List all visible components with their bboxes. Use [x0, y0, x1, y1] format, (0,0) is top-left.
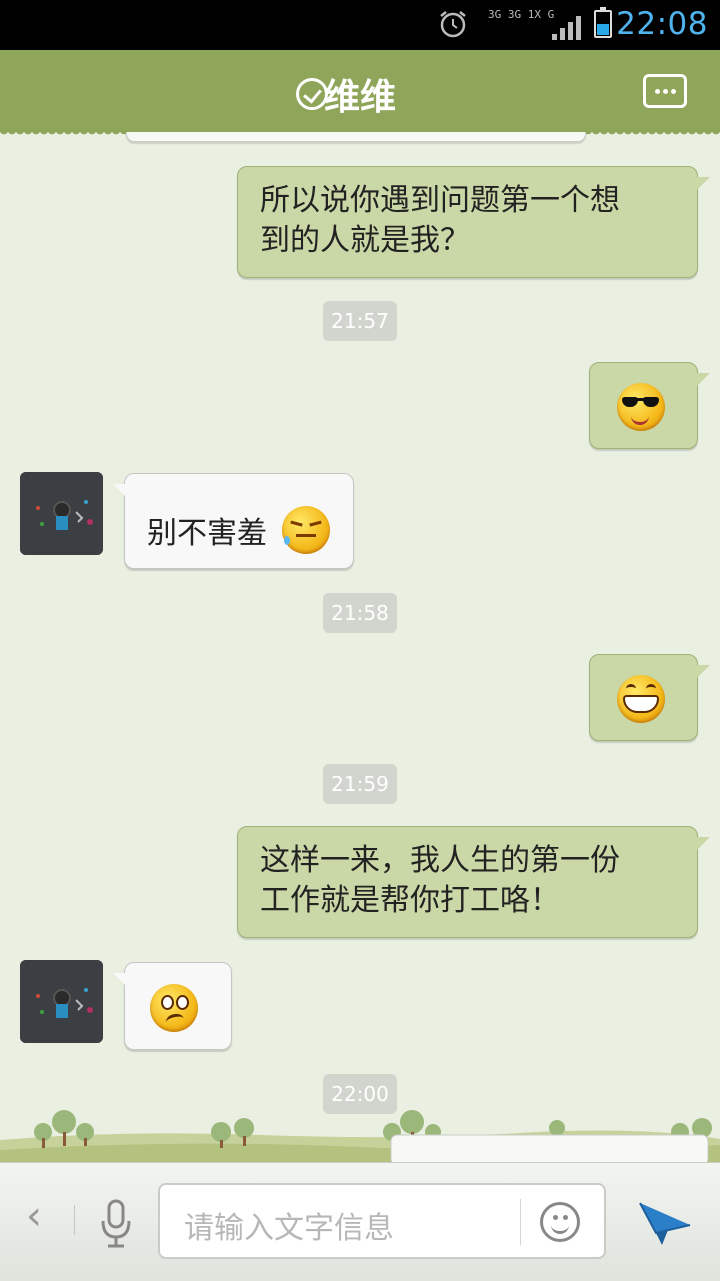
timestamp: 21:57 — [323, 301, 397, 341]
input-bar: ‹ 请输入文字信息 — [0, 1162, 720, 1281]
cool-sunglasses-emoji-icon — [617, 383, 665, 431]
message-bubble-incoming[interactable]: 别不害羞 — [113, 473, 354, 569]
confused-emoji-icon — [150, 984, 198, 1032]
battery-icon — [594, 7, 612, 38]
chevron-left-icon[interactable]: ‹ — [26, 1193, 42, 1239]
message-text: 到的人就是我？ — [260, 223, 470, 258]
divider — [74, 1205, 75, 1235]
message-bubble-incoming[interactable] — [113, 962, 232, 1050]
microphone-icon[interactable] — [100, 1199, 132, 1249]
contact-name[interactable]: 维维 — [0, 68, 720, 120]
shy-emoji-icon — [282, 506, 330, 554]
more-options-button[interactable] — [643, 74, 687, 108]
message-bubble-outgoing[interactable]: 所以说你遇到问题第一个想 到的人就是我？ — [237, 166, 710, 278]
message-text: 这样一来，我人生的第一份 — [260, 843, 620, 878]
signal-strength-icon — [552, 14, 582, 40]
timestamp: 21:58 — [323, 593, 397, 633]
message-list[interactable]: 所以说你遇到问题第一个想 到的人就是我？ 21:57 别不害羞 21:58 21… — [0, 132, 720, 1162]
alarm-icon — [440, 11, 466, 38]
previous-message-bubble[interactable] — [126, 132, 586, 142]
contact-avatar[interactable] — [20, 472, 103, 555]
timestamp: 21:59 — [323, 764, 397, 804]
message-input[interactable]: 请输入文字信息 — [158, 1183, 606, 1259]
message-text: 所以说你遇到问题第一个想 — [260, 183, 620, 218]
message-bubble-outgoing[interactable] — [589, 654, 710, 741]
message-input-placeholder: 请输入文字信息 — [184, 1211, 394, 1246]
send-icon[interactable] — [636, 1199, 692, 1247]
message-bubble-outgoing[interactable]: 这样一来，我人生的第一份 工作就是帮你打工咯！ — [237, 826, 710, 938]
emoji-button-icon[interactable] — [540, 1202, 580, 1242]
status-time: 22:08 — [616, 6, 708, 42]
check-circle-icon — [296, 78, 328, 110]
big-grin-emoji-icon — [617, 675, 665, 723]
message-bubble-outgoing[interactable] — [589, 362, 710, 449]
status-bar: 3G 3G 1X G 22:08 — [0, 0, 720, 50]
landscape-decoration — [0, 1110, 720, 1162]
divider — [520, 1199, 521, 1245]
network-type-indicator: 3G 3G 1X G — [488, 8, 555, 21]
chat-header: 维维 — [0, 50, 720, 138]
message-text: 工作就是帮你打工咯！ — [260, 883, 560, 918]
contact-avatar[interactable] — [20, 960, 103, 1043]
message-text: 别不害羞 — [147, 516, 267, 551]
